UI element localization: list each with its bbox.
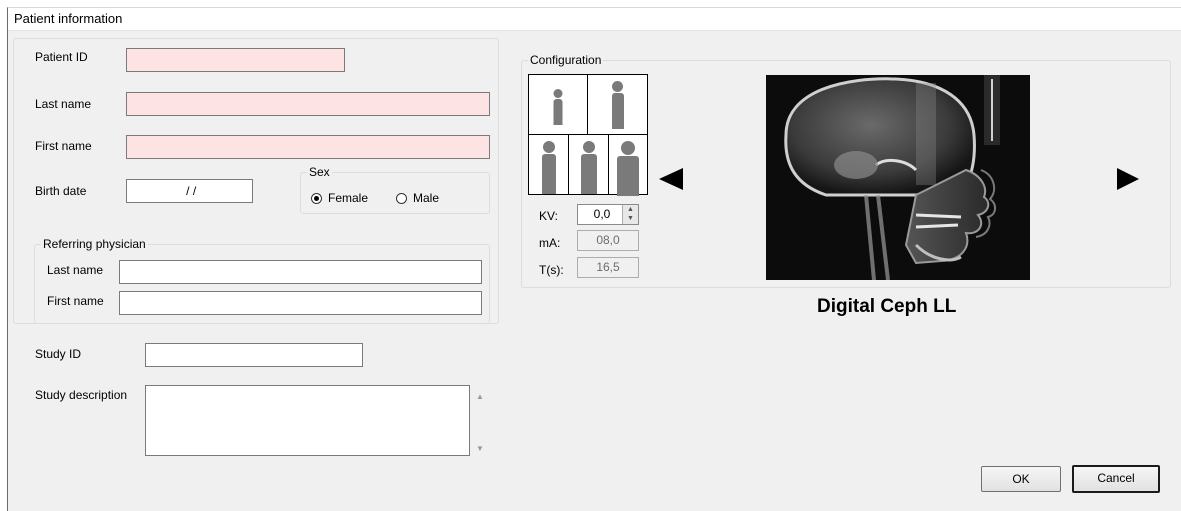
ma-label: mA: [539, 236, 561, 250]
physician-last-name-label: Last name [47, 263, 104, 277]
ts-label: T(s): [539, 263, 564, 277]
scroll-down-icon[interactable]: ▼ [476, 444, 484, 453]
spin-down-icon[interactable]: ▼ [623, 214, 638, 223]
spin-up-icon[interactable]: ▲ [623, 205, 638, 214]
scroll-up-icon[interactable]: ▲ [476, 392, 484, 401]
patient-size-grid [528, 74, 648, 196]
female-radio-dot [314, 196, 319, 201]
adolescent-figure-icon [611, 81, 624, 129]
ok-button-label: OK [1012, 472, 1030, 486]
small-figure-icon [541, 141, 556, 194]
physician-first-name-label: First name [47, 294, 104, 308]
female-label[interactable]: Female [328, 191, 368, 205]
child-figure-icon [553, 89, 563, 125]
patient-id-input[interactable] [126, 48, 345, 72]
kv-spin-buttons[interactable]: ▲ ▼ [622, 205, 638, 224]
dialog-title: Patient information [14, 11, 123, 26]
birth-date-input[interactable] [126, 179, 253, 203]
last-name-input[interactable] [126, 92, 490, 116]
referring-physician-title: Referring physician [41, 237, 148, 251]
size-cell-small[interactable] [528, 134, 569, 195]
configuration-title: Configuration [528, 53, 604, 67]
kv-spinbox[interactable]: 0,0 ▲ ▼ [577, 204, 639, 225]
ok-button[interactable]: OK [981, 466, 1061, 492]
title-bar: Patient information [8, 8, 1181, 31]
kv-value: 0,0 [593, 207, 611, 221]
first-name-input[interactable] [126, 135, 490, 159]
size-cell-large[interactable] [608, 134, 648, 196]
patient-id-label: Patient ID [35, 50, 88, 64]
cancel-button[interactable]: Cancel [1072, 465, 1160, 493]
birth-date-label: Birth date [35, 184, 87, 198]
sex-group-title: Sex [307, 165, 332, 179]
first-name-label: First name [35, 139, 92, 153]
last-name-label: Last name [35, 97, 92, 111]
medium-figure-icon [580, 141, 597, 194]
large-figure-icon [617, 141, 639, 196]
study-description-textarea[interactable] [145, 385, 470, 456]
physician-first-name-input[interactable] [119, 291, 482, 315]
patient-information-dialog: Patient information Patient ID Last name… [7, 7, 1181, 511]
size-cell-medium[interactable] [568, 134, 609, 195]
triangle-right-icon[interactable] [1117, 168, 1139, 190]
cancel-button-label: Cancel [1097, 471, 1135, 485]
male-label[interactable]: Male [413, 191, 439, 205]
ma-field: 08,0 [577, 230, 639, 251]
ceph-xray-image [766, 75, 1030, 280]
female-radio[interactable] [311, 193, 322, 204]
kv-label: KV: [539, 209, 558, 223]
exam-name: Digital Ceph LL [817, 296, 957, 317]
size-cell-adolescent[interactable] [587, 74, 648, 135]
study-id-label: Study ID [35, 347, 82, 361]
study-id-input[interactable] [145, 343, 363, 367]
physician-last-name-input[interactable] [119, 260, 482, 284]
ts-field: 16,5 [577, 257, 639, 278]
triangle-left-icon[interactable] [659, 168, 683, 190]
male-radio[interactable] [396, 193, 407, 204]
study-description-label: Study description [35, 388, 128, 402]
size-cell-child[interactable] [528, 74, 588, 135]
